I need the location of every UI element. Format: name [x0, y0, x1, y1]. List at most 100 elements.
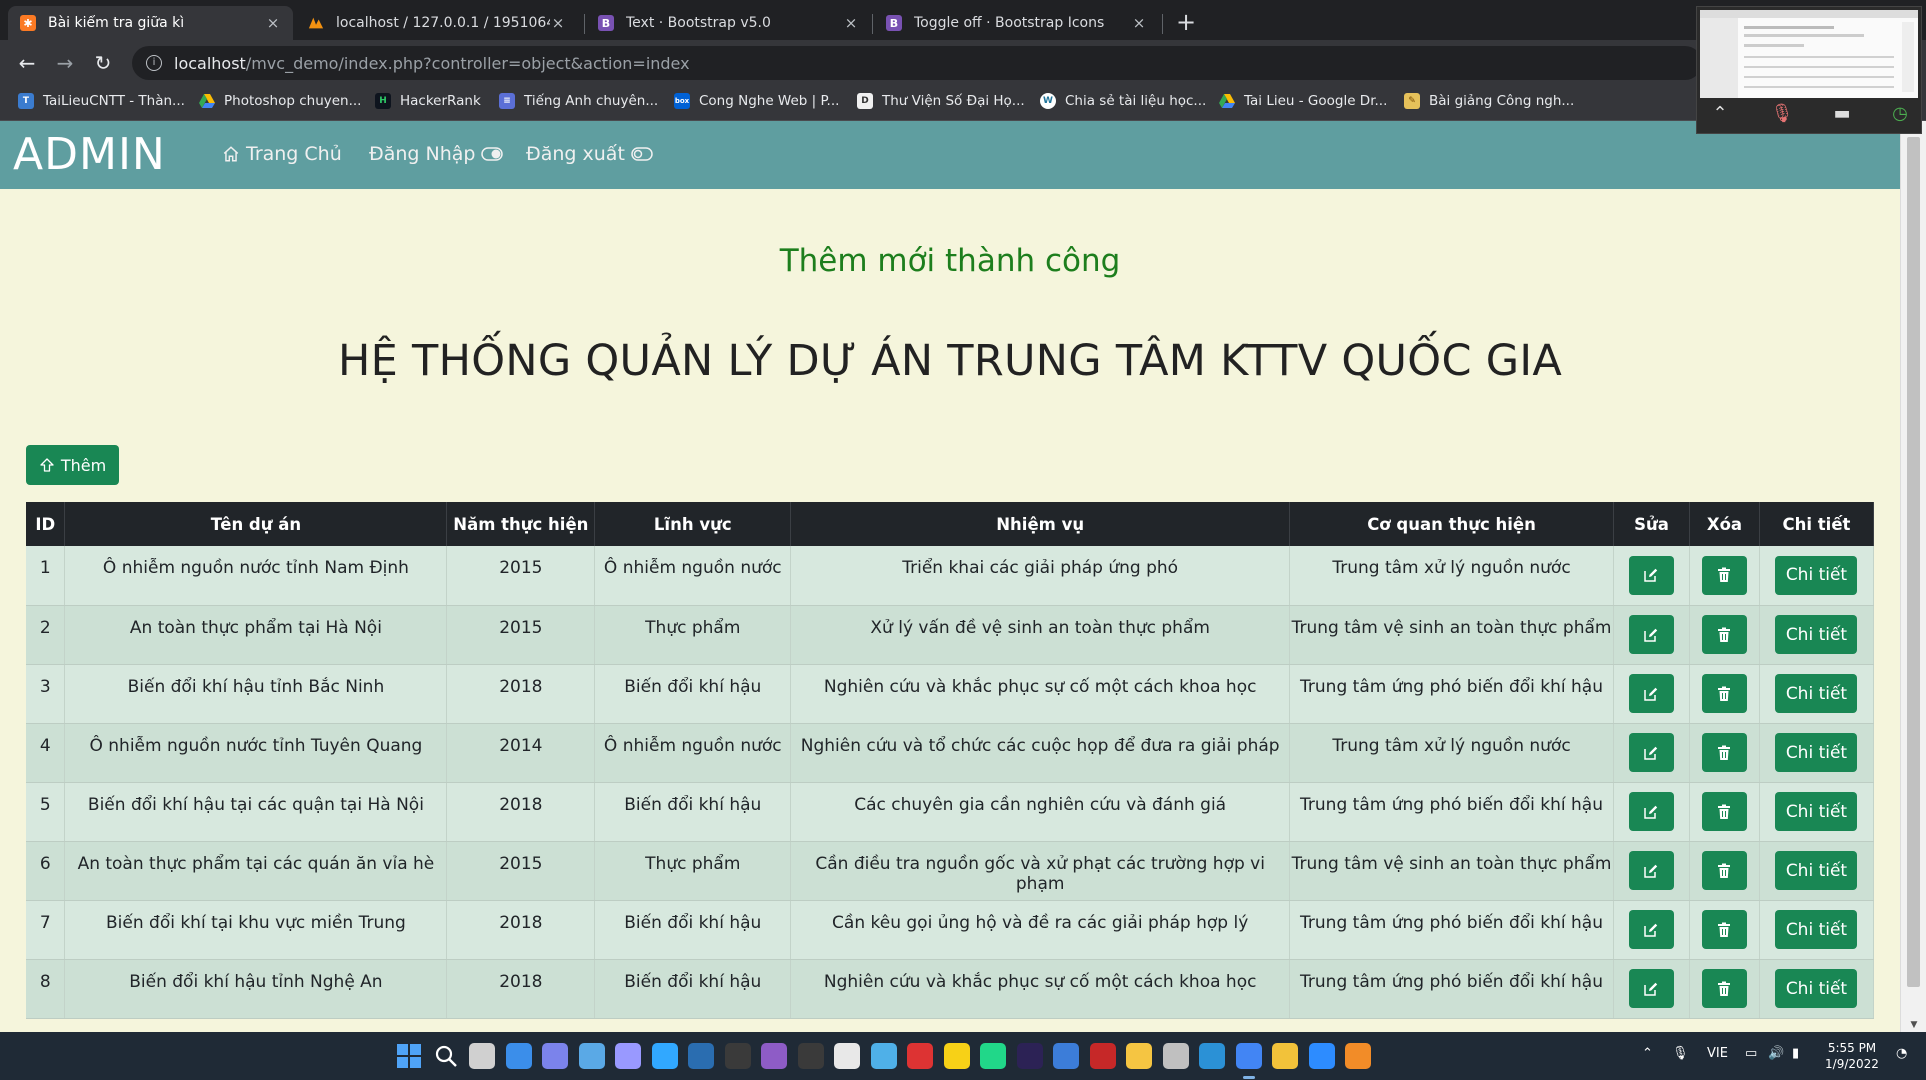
address-bar[interactable]: i localhost/mvc_demo/index.php?controlle… — [132, 46, 1702, 80]
delete-button[interactable] — [1701, 792, 1747, 831]
trash-icon — [1718, 863, 1731, 878]
windows-start-icon[interactable] — [396, 1043, 422, 1069]
delete-button[interactable] — [1701, 615, 1747, 654]
file-explorer-icon[interactable] — [1126, 1043, 1152, 1069]
eclipse-icon[interactable] — [1016, 1043, 1043, 1069]
tab-bootstrap-text[interactable]: B Text · Bootstrap v5.0 × — [586, 6, 871, 40]
widgets-icon[interactable] — [505, 1043, 532, 1069]
scroll-down-icon[interactable]: ▼ — [1901, 1020, 1926, 1030]
screen-capture-icon[interactable] — [724, 1043, 751, 1069]
bookmark-photoshop[interactable]: Photoshop chuyen... — [199, 93, 361, 109]
network-globe-icon[interactable] — [870, 1043, 897, 1069]
delete-button[interactable] — [1701, 910, 1747, 949]
chevron-up-icon[interactable]: ⌃ — [1642, 1046, 1653, 1061]
new-tab-button[interactable]: + — [1172, 8, 1200, 36]
network-icon[interactable]: ▭ — [1745, 1046, 1757, 1061]
edit-button[interactable] — [1628, 555, 1674, 595]
gift-icon[interactable] — [834, 1043, 860, 1069]
add-project-button[interactable]: Thêm — [26, 445, 119, 485]
delete-button[interactable] — [1701, 555, 1747, 595]
close-icon[interactable]: × — [265, 14, 281, 32]
edit-button[interactable] — [1628, 792, 1674, 831]
close-icon[interactable]: × — [843, 14, 859, 32]
edit-button[interactable] — [1628, 674, 1674, 713]
detail-button[interactable]: Chi tiết — [1775, 851, 1858, 890]
detail-button[interactable]: Chi tiết — [1775, 733, 1858, 772]
microphone-icon[interactable]: 🎙 — [1672, 1046, 1689, 1061]
detail-button[interactable]: Chi tiết — [1775, 792, 1858, 831]
detail-button[interactable]: Chi tiết — [1775, 910, 1858, 949]
premiere-icon[interactable] — [615, 1043, 641, 1069]
obs-icon[interactable] — [797, 1043, 824, 1069]
visual-studio-icon[interactable] — [761, 1043, 787, 1069]
delete-button[interactable] — [1701, 969, 1747, 1008]
devc-icon[interactable] — [1053, 1043, 1079, 1069]
input-language[interactable]: VIE — [1707, 1046, 1728, 1061]
monitor-icon[interactable] — [578, 1043, 605, 1069]
cell-project-name: Biến đổi khí tại khu vực miền Trung — [64, 900, 448, 960]
bookmark-cong-nghe-web[interactable]: box Cong Nghe Web | P... — [674, 93, 839, 109]
bookmark-tailieucntt[interactable]: T TaiLieuCNTT - Thàn... — [18, 93, 185, 109]
close-icon[interactable]: × — [1131, 14, 1147, 32]
navbar-brand[interactable]: ADMIN — [13, 129, 166, 180]
edit-button[interactable] — [1628, 851, 1674, 890]
edit-button[interactable] — [1628, 733, 1674, 772]
edit-button[interactable] — [1628, 615, 1674, 654]
scrollbar-thumb[interactable] — [1907, 137, 1920, 987]
tab-bai-kiem-tra[interactable]: ✱ Bài kiểm tra giữa kì × — [8, 6, 293, 40]
reload-icon[interactable]: ↻ — [90, 50, 116, 76]
notifications-icon[interactable]: ◔ — [1896, 1046, 1907, 1061]
sublime-icon[interactable] — [1345, 1043, 1371, 1069]
vscode-icon[interactable] — [1199, 1043, 1225, 1069]
zoom-icon[interactable] — [1308, 1043, 1335, 1069]
meeting-preview-overlay[interactable]: ⌃ 🎙 ▬ ◷ — [1696, 6, 1922, 134]
steam-icon[interactable] — [1162, 1043, 1189, 1069]
delete-button[interactable] — [1701, 674, 1747, 713]
camera-icon[interactable]: ▬ — [1827, 103, 1857, 129]
nav-dang-nhap[interactable]: Đăng Nhập — [369, 143, 504, 165]
back-arrow-icon[interactable]: ← — [14, 50, 40, 76]
pycharm-icon[interactable] — [980, 1043, 1006, 1069]
bookmark-chia-se[interactable]: W Chia sẻ tài liệu học... — [1040, 93, 1206, 109]
detail-button[interactable]: Chi tiết — [1775, 969, 1858, 1008]
edit-button[interactable] — [1628, 969, 1674, 1008]
red-car-icon[interactable] — [907, 1043, 933, 1069]
detail-button[interactable]: Chi tiết — [1775, 555, 1858, 595]
add-button-label: Thêm — [60, 455, 107, 475]
volume-icon[interactable]: 🔊 — [1768, 1046, 1784, 1061]
nav-dang-xuat[interactable]: Đăng xuất — [526, 143, 653, 165]
tab-phpmyadmin[interactable]: localhost / 127.0.0.1 / 195106407 × — [296, 6, 578, 40]
detail-button[interactable]: Chi tiết — [1775, 615, 1858, 654]
photoshop-icon[interactable] — [651, 1043, 678, 1069]
mute-microphone-icon[interactable]: 🎙 — [1767, 103, 1797, 129]
edit-button[interactable] — [1628, 910, 1674, 949]
close-icon[interactable]: × — [550, 14, 566, 32]
tab-bootstrap-icons[interactable]: B Toggle off · Bootstrap Icons × — [874, 6, 1159, 40]
bookmark-bai-giang[interactable]: ✎ Bài giảng Công ngh... — [1404, 93, 1574, 109]
system-clock[interactable]: 5:55 PM 1/9/2022 — [1812, 1040, 1892, 1072]
hardhat-icon[interactable] — [1089, 1043, 1116, 1069]
site-info-icon[interactable]: i — [146, 55, 162, 71]
bookmark-thu-vien-so[interactable]: D Thư Viện Số Đại Họ... — [857, 93, 1025, 109]
nav-trang-chu[interactable]: Trang Chủ — [222, 143, 342, 165]
search-icon[interactable] — [433, 1043, 459, 1069]
detail-button[interactable]: Chi tiết — [1775, 674, 1858, 713]
bookmark-tai-lieu-drive[interactable]: Tai Lieu - Google Dr... — [1219, 93, 1387, 109]
delete-button[interactable] — [1701, 851, 1747, 890]
gamebar-icon[interactable] — [1272, 1043, 1298, 1069]
forward-arrow-icon[interactable]: → — [52, 50, 78, 76]
battery-icon[interactable]: ▮ — [1792, 1046, 1799, 1061]
bookmark-hackerrank[interactable]: H HackerRank — [375, 93, 481, 109]
sticky-notes-icon[interactable] — [943, 1043, 970, 1069]
stop-share-icon[interactable]: ◷ — [1885, 103, 1915, 129]
chevron-up-icon[interactable]: ⌃ — [1705, 103, 1735, 129]
google-forms-icon: ≡ — [499, 93, 515, 109]
house-icon — [223, 146, 239, 162]
page-scrollbar[interactable]: ▲ ▼ — [1900, 121, 1926, 1032]
teams-chat-icon[interactable] — [542, 1043, 568, 1069]
oscilloscope-icon[interactable] — [688, 1043, 714, 1069]
bookmark-tieng-anh[interactable]: ≡ Tiếng Anh chuyên... — [499, 93, 658, 109]
task-view-icon[interactable] — [469, 1043, 495, 1069]
delete-button[interactable] — [1701, 733, 1747, 772]
chrome-icon[interactable] — [1235, 1043, 1262, 1069]
